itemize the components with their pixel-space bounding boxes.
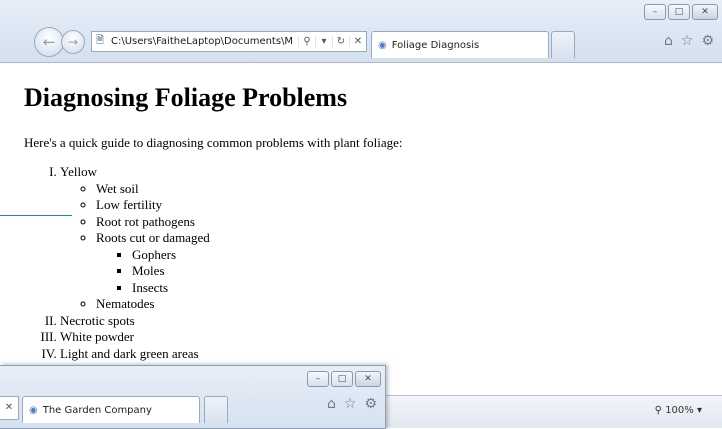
minimize-button[interactable]: – <box>307 371 329 387</box>
home-icon[interactable]: ⌂ <box>327 396 336 412</box>
zoom-level: 100% <box>665 405 694 416</box>
list-item: Moles <box>132 263 210 280</box>
tools-icon[interactable]: ⚙ <box>701 33 714 49</box>
maximize-button[interactable]: □ <box>668 4 690 20</box>
close-button[interactable]: ✕ <box>355 371 381 387</box>
list-item: White powder <box>60 329 210 346</box>
tools-icon[interactable]: ⚙ <box>364 396 377 412</box>
favorites-icon[interactable]: ☆ <box>681 33 694 49</box>
window-controls: – □ ✕ <box>307 371 381 387</box>
page-content: Diagnosing Foliage Problems Here's a qui… <box>0 63 722 378</box>
list-item: Root rot pathogens <box>96 214 210 231</box>
address-bar[interactable]: 🗎 C:\Users\FaitheLaptop\Documents\M ⚲ ▾ … <box>91 31 367 52</box>
list-item: Nematodes <box>96 296 210 313</box>
search-icon[interactable]: ⚲ <box>298 36 315 47</box>
home-icon[interactable]: ⌂ <box>664 33 673 49</box>
maximize-button[interactable]: □ <box>331 371 353 387</box>
list-item: Yellow Wet soil Low fertility Root rot p… <box>60 164 210 313</box>
zoom-icon: ⚲ <box>654 405 662 416</box>
intro-text: Here's a quick guide to diagnosing commo… <box>24 135 403 150</box>
window-controls: – □ ✕ <box>644 4 718 20</box>
tab-foliage-diagnosis[interactable]: ◉ Foliage Diagnosis <box>371 31 549 58</box>
new-tab-button[interactable] <box>551 31 575 58</box>
tab-title: Foliage Diagnosis <box>391 39 480 51</box>
ie-icon: ◉ <box>29 404 38 416</box>
list-item: Necrotic spots <box>60 313 210 330</box>
list-item: Low fertility <box>96 197 210 214</box>
stop-icon[interactable]: ✕ <box>349 36 366 47</box>
favorites-icon[interactable]: ☆ <box>344 396 357 412</box>
cause-list: Wet soil Low fertility Root rot pathogen… <box>60 181 210 313</box>
zoom-control[interactable]: ⚲ 100% ▾ <box>655 405 702 416</box>
toolbar-icons: ⌂ ☆ ⚙ <box>327 396 377 412</box>
list-item: Roots cut or damaged Gophers Moles Insec… <box>96 230 210 296</box>
refresh-icon[interactable]: ↻ <box>332 36 349 47</box>
browser-toolbar: – □ ✕ ← → 🗎 C:\Users\FaitheLaptop\Docume… <box>0 0 722 63</box>
forward-icon[interactable]: → <box>61 30 85 54</box>
problem-list: Yellow Wet soil Low fertility Root rot p… <box>24 164 210 362</box>
tab-title: The Garden Company <box>42 404 152 416</box>
close-button[interactable]: ✕ <box>692 4 718 20</box>
page-icon: 🗎 <box>95 35 105 46</box>
list-item: Wet soil <box>96 181 210 198</box>
address-text: C:\Users\FaitheLaptop\Documents\M <box>111 36 294 47</box>
status-bar: ⚲ 100% ▾ <box>385 395 722 428</box>
list-item: Gophers <box>132 247 210 264</box>
callout-line <box>0 215 72 216</box>
back-icon[interactable]: ← <box>34 27 64 57</box>
dropdown-icon[interactable]: ▾ <box>315 36 332 47</box>
ie-icon: ◉ <box>378 39 387 51</box>
list-item: Light and dark green areas <box>60 346 210 363</box>
list-item: Insects <box>132 280 210 297</box>
minimize-button[interactable]: – <box>644 4 666 20</box>
second-browser-window[interactable]: – □ ✕ ✕ ◉ The Garden Company ⌂ ☆ ⚙ <box>0 365 386 429</box>
chevron-down-icon: ▾ <box>696 405 702 416</box>
new-tab-button[interactable] <box>204 396 228 423</box>
stop-icon[interactable]: ✕ <box>0 396 19 420</box>
tab-the-garden-company[interactable]: ◉ The Garden Company <box>22 396 200 423</box>
subcause-list: Gophers Moles Insects <box>96 247 210 297</box>
page-title: Diagnosing Foliage Problems <box>24 83 348 112</box>
toolbar-icons: ⌂ ☆ ⚙ <box>664 33 714 49</box>
